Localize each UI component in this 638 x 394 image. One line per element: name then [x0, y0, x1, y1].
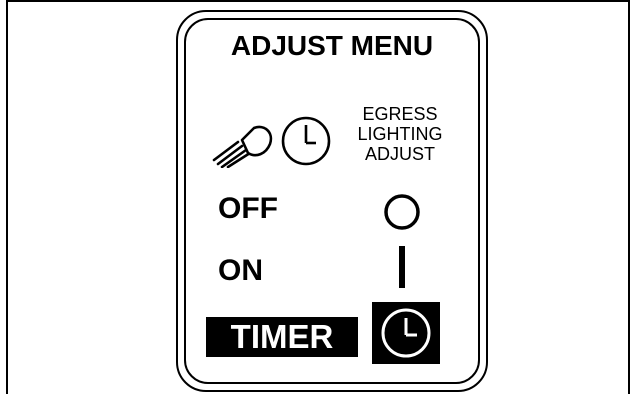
off-label: OFF — [218, 192, 278, 225]
circle-icon — [384, 194, 420, 230]
headlight-icon — [212, 125, 273, 168]
egress-label-line-1: EGRESS — [362, 104, 438, 124]
egress-label-line-3: ADJUST — [364, 144, 435, 164]
clock-icon — [381, 308, 431, 358]
vertical-bar-icon — [399, 246, 405, 288]
egress-lighting-adjust-label: EGRESS LIGHTING ADJUST — [338, 104, 462, 164]
clock-icon — [281, 116, 331, 166]
menu-title: ADJUST MENU — [230, 30, 434, 61]
egress-label-line-2: LIGHTING — [357, 124, 443, 144]
timer-clock-badge — [372, 302, 440, 364]
on-label: ON — [218, 254, 263, 287]
timer-label: TIMER — [206, 317, 358, 357]
